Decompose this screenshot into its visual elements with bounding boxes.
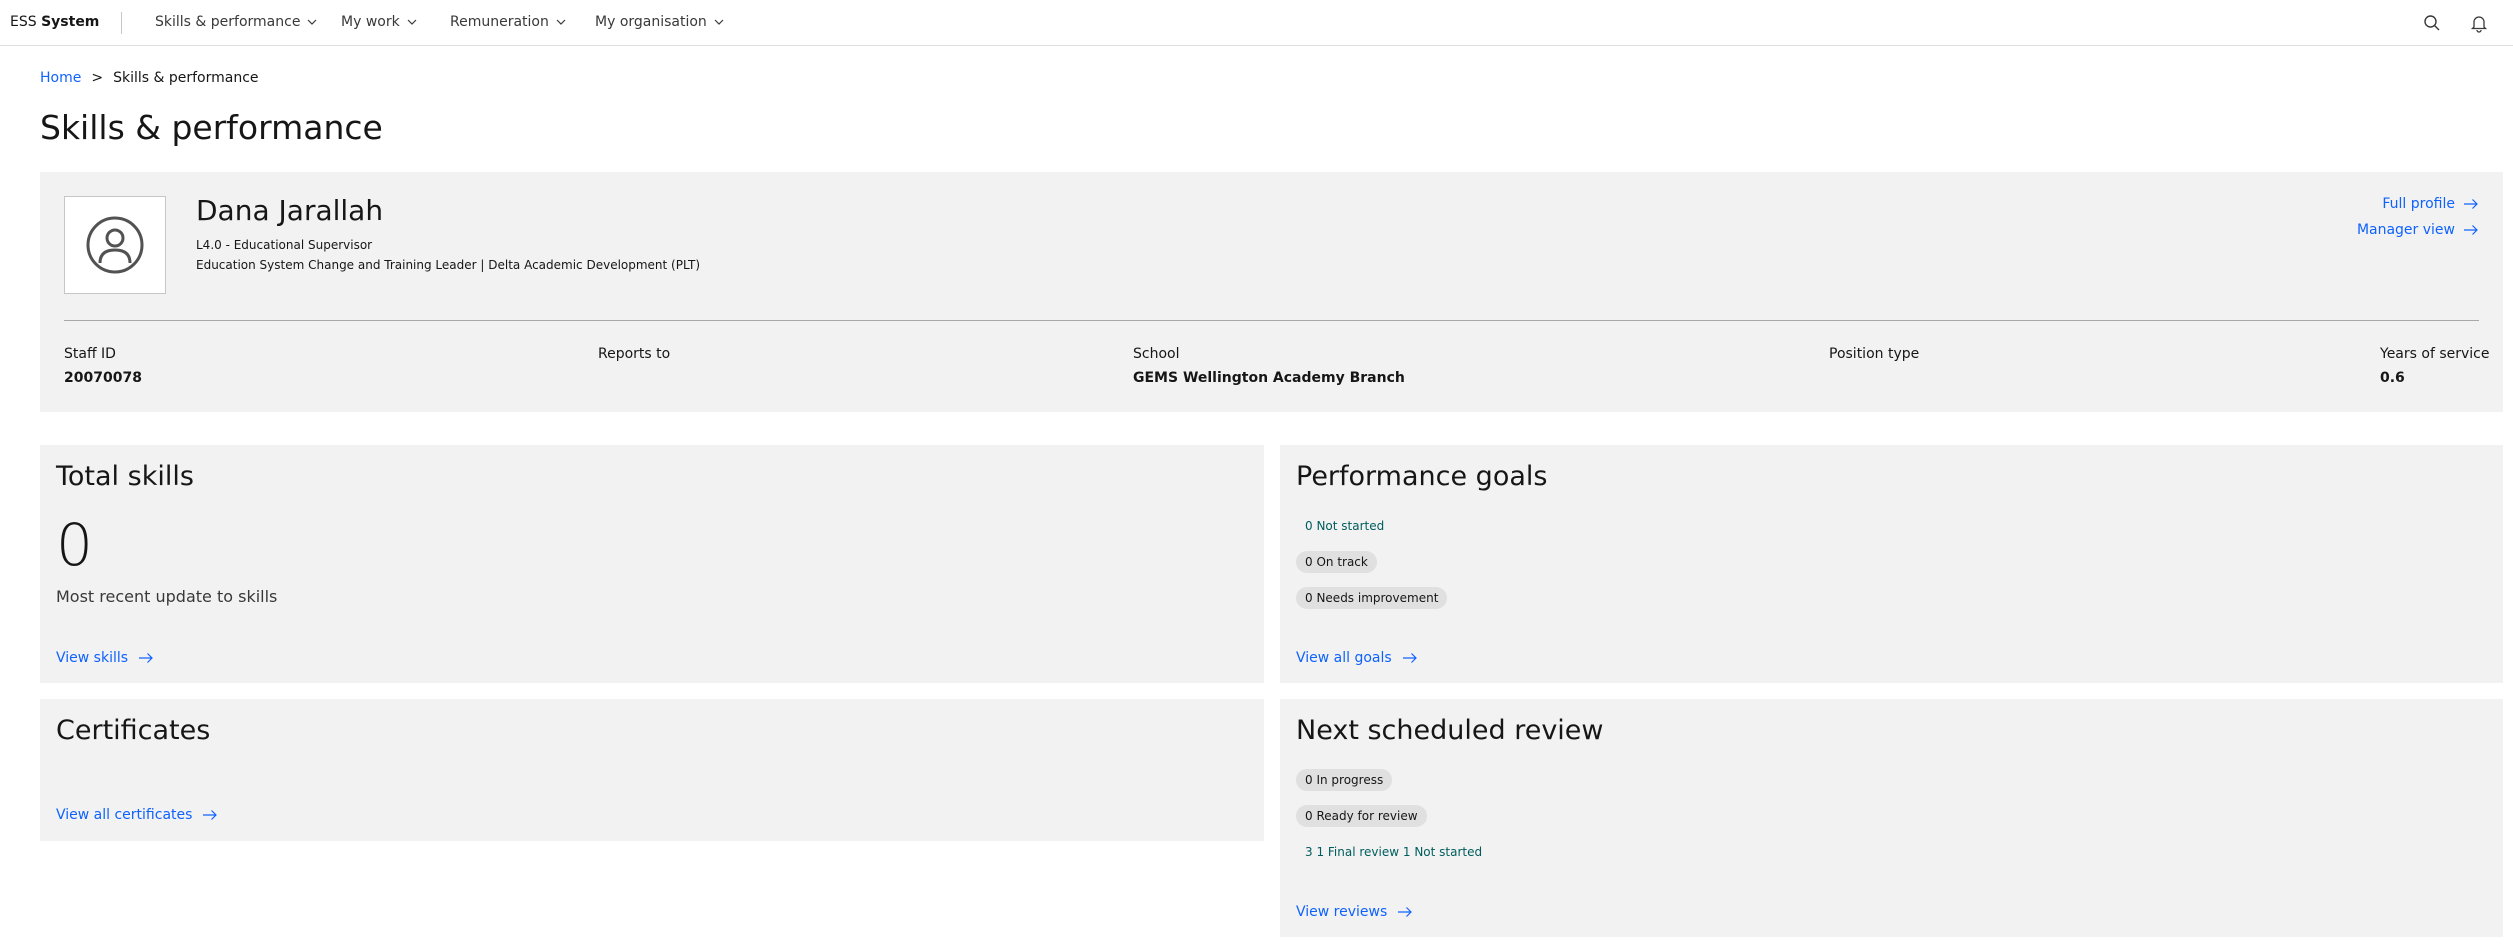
brand-prefix: ESS bbox=[10, 14, 37, 30]
skills-subtitle: Most recent update to skills bbox=[56, 587, 278, 606]
chevron-down-icon bbox=[556, 19, 566, 25]
full-profile-label: Full profile bbox=[2382, 196, 2455, 212]
breadcrumb: Home > Skills & performance bbox=[40, 70, 259, 86]
profile-name: Dana Jarallah bbox=[196, 194, 384, 227]
view-all-goals-link[interactable]: View all goals bbox=[1296, 650, 1418, 666]
tile-title: Next scheduled review bbox=[1296, 715, 1604, 746]
arrow-right-icon bbox=[139, 653, 153, 663]
stat-label: Reports to bbox=[598, 346, 671, 362]
nav-my-organisation[interactable]: My organisation bbox=[595, 14, 724, 30]
stat-value: 20070078 bbox=[64, 370, 142, 386]
review-in-progress-tag: 0 In progress bbox=[1296, 769, 1393, 791]
stat-label: School bbox=[1133, 346, 1180, 362]
stat-years-of-service: Years of service 0.6 bbox=[2380, 346, 2489, 386]
certificates-tile: Certificates View all certificates bbox=[40, 699, 1264, 841]
profile-links: Full profile Manager view bbox=[2357, 196, 2479, 248]
view-all-certificates-link[interactable]: View all certificates bbox=[56, 807, 218, 823]
nav-label: Remuneration bbox=[450, 14, 549, 30]
goals-not-started-tag: 0 Not started bbox=[1305, 519, 1385, 533]
skills-count: 0 bbox=[56, 511, 93, 579]
breadcrumb-current: Skills & performance bbox=[113, 70, 259, 86]
top-header: ESS System Skills & performance My work … bbox=[0, 0, 2513, 46]
manager-view-label: Manager view bbox=[2356, 222, 2455, 238]
stat-staff-id: Staff ID 20070078 bbox=[64, 346, 142, 386]
breadcrumb-home-link[interactable]: Home bbox=[40, 70, 81, 86]
chevron-down-icon bbox=[308, 19, 317, 25]
brand-logo[interactable]: ESS System bbox=[10, 14, 99, 30]
next-scheduled-review-tile: Next scheduled review 0 In progress 0 Re… bbox=[1280, 699, 2503, 937]
tile-title: Certificates bbox=[56, 715, 211, 746]
tile-title: Total skills bbox=[56, 461, 194, 492]
notification-icon[interactable] bbox=[2468, 12, 2490, 34]
nav-skills-performance[interactable]: Skills & performance bbox=[155, 14, 317, 30]
stat-reports-to: Reports to bbox=[598, 346, 670, 370]
stat-label: Staff ID bbox=[64, 346, 116, 362]
review-final-tag: 3 1 Final review 1 Not started bbox=[1305, 845, 1483, 859]
stat-school: School GEMS Wellington Academy Branch bbox=[1133, 346, 1405, 386]
nav-label: My work bbox=[341, 14, 400, 30]
nav-label: Skills & performance bbox=[155, 14, 301, 30]
stat-label: Position type bbox=[1829, 346, 1920, 362]
chevron-down-icon bbox=[407, 19, 417, 25]
avatar bbox=[64, 196, 166, 294]
arrow-right-icon bbox=[203, 810, 218, 820]
profile-divider bbox=[64, 320, 2479, 321]
view-skills-link[interactable]: View skills bbox=[56, 650, 154, 666]
review-ready-tag: 0 Ready for review bbox=[1296, 805, 1427, 827]
manager-view-link[interactable]: Manager view bbox=[2357, 222, 2479, 238]
brand-name: System bbox=[41, 14, 100, 30]
view-reviews-link[interactable]: View reviews bbox=[1296, 904, 1413, 920]
stat-position-type: Position type bbox=[1829, 346, 1919, 370]
nav-my-work[interactable]: My work bbox=[341, 14, 417, 30]
nav-remuneration[interactable]: Remuneration bbox=[450, 14, 566, 30]
breadcrumb-separator: > bbox=[91, 70, 104, 86]
link-label: View all goals bbox=[1296, 650, 1392, 666]
arrow-right-icon bbox=[2464, 199, 2478, 209]
chevron-down-icon bbox=[714, 19, 724, 25]
goals-on-track-tag: 0 On track bbox=[1296, 551, 1377, 573]
arrow-right-icon bbox=[2464, 225, 2478, 235]
nav-label: My organisation bbox=[595, 14, 707, 30]
user-avatar-icon bbox=[86, 216, 144, 274]
profile-grade: L4.0 - Educational Supervisor bbox=[196, 238, 373, 252]
link-label: View all certificates bbox=[56, 807, 193, 823]
header-divider bbox=[121, 12, 122, 34]
profile-card: Dana Jarallah L4.0 - Educational Supervi… bbox=[40, 172, 2503, 412]
full-profile-link[interactable]: Full profile bbox=[2357, 196, 2479, 212]
total-skills-tile: Total skills 0 Most recent update to ski… bbox=[40, 445, 1264, 683]
stat-label: Years of service bbox=[2380, 346, 2490, 362]
link-label: View reviews bbox=[1296, 904, 1388, 920]
stat-value: GEMS Wellington Academy Branch bbox=[1133, 370, 1405, 386]
arrow-right-icon bbox=[1398, 907, 1413, 917]
performance-goals-tile: Performance goals 0 Not started 0 On tra… bbox=[1280, 445, 2503, 683]
tile-title: Performance goals bbox=[1296, 461, 1548, 492]
search-icon[interactable] bbox=[2421, 12, 2443, 34]
goals-needs-improvement-tag: 0 Needs improvement bbox=[1296, 587, 1448, 609]
arrow-right-icon bbox=[1402, 653, 1417, 663]
stat-value: 0.6 bbox=[2380, 370, 2405, 386]
link-label: View skills bbox=[56, 650, 129, 666]
page-title: Skills & performance bbox=[40, 108, 383, 147]
profile-position: Education System Change and Training Lea… bbox=[196, 258, 701, 272]
